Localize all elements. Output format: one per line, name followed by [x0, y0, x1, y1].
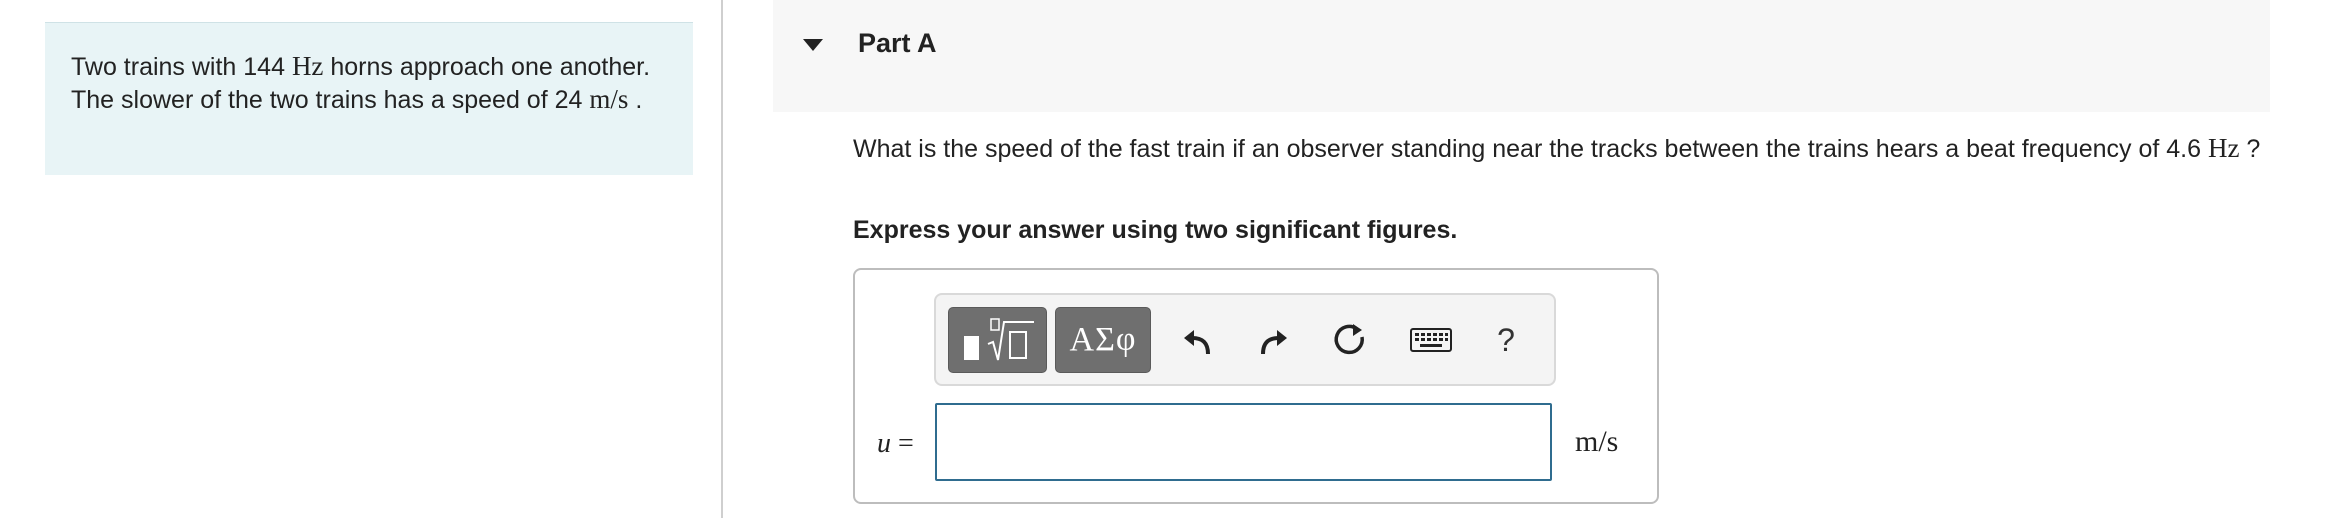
- column-divider: [721, 0, 723, 518]
- undo-button[interactable]: [1168, 307, 1228, 373]
- templates-icon: [963, 318, 1034, 361]
- problem-text-3: .: [628, 86, 643, 114]
- problem-statement-panel: Two trains with 144 Hz horns approach on…: [45, 22, 693, 175]
- keyboard-button[interactable]: [1401, 307, 1461, 373]
- unit-hz: Hz: [291, 51, 324, 81]
- reset-button[interactable]: [1320, 307, 1380, 373]
- instruction-text: Express your answer using two significan…: [853, 216, 1458, 244]
- unit-speed: m/s: [589, 84, 629, 114]
- math-toolbar: ΑΣφ ?: [934, 293, 1556, 386]
- problem-text-1: Two trains with 144: [71, 53, 292, 81]
- redo-button[interactable]: [1243, 307, 1303, 373]
- variable-label: u =: [877, 428, 914, 460]
- collapse-caret-icon[interactable]: [803, 39, 823, 51]
- equals-sign: =: [891, 428, 914, 459]
- keyboard-icon: [1410, 328, 1452, 352]
- part-title: Part A: [858, 28, 937, 58]
- help-button[interactable]: ?: [1476, 307, 1536, 373]
- variable-symbol: u: [877, 428, 891, 459]
- answer-input[interactable]: [935, 403, 1552, 481]
- greek-symbols-button[interactable]: ΑΣφ: [1055, 307, 1151, 373]
- question-unit: Hz: [2207, 133, 2240, 163]
- question-body: What is the speed of the fast train if a…: [853, 135, 2208, 163]
- answer-box: ΑΣφ ? u = m/s: [853, 268, 1659, 504]
- reset-icon: [1334, 324, 1364, 355]
- question-text: What is the speed of the fast train if a…: [853, 132, 2273, 165]
- answer-unit: m/s: [1575, 425, 1619, 458]
- question-end: ?: [2239, 135, 2261, 163]
- undo-icon: [1184, 330, 1210, 355]
- templates-button[interactable]: [948, 307, 1047, 373]
- redo-icon: [1261, 330, 1287, 355]
- part-header[interactable]: Part A: [773, 0, 2270, 112]
